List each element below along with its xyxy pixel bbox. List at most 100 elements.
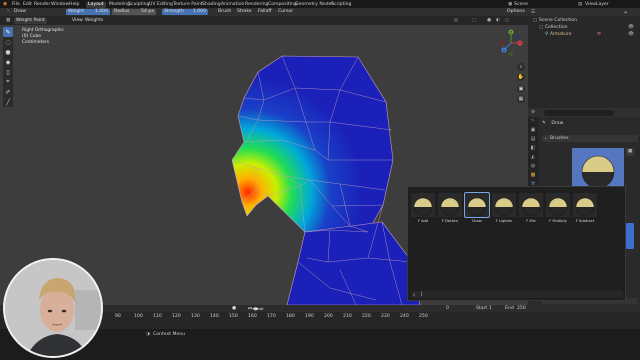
frame-tick: 240 (400, 314, 409, 319)
shading-solid-icon[interactable]: ● (485, 18, 493, 24)
brush-label: F Mix (526, 218, 536, 223)
brush-subtract-icon (573, 193, 597, 217)
top-menu-bar: ◉ File Edit Render Window Help Layout Mo… (0, 0, 640, 8)
mode-selector[interactable]: Weight Paint (14, 17, 47, 24)
strength-field[interactable]: Strength 1.000 (162, 9, 208, 15)
outliner-row-scene-collection[interactable]: ▢ Scene Collection (533, 18, 577, 23)
xray-icon[interactable]: ⬚ (470, 18, 478, 24)
outliner-header: ☰ ⏷ (528, 8, 640, 16)
tool-title-row: ✎ Draw (542, 121, 563, 126)
brush-browse-icon[interactable]: ▦ (626, 148, 634, 156)
frame-tick: 170 (267, 314, 276, 319)
options-menu[interactable]: Options (505, 9, 527, 15)
menu-weights[interactable]: Weights (83, 18, 105, 24)
render-tab-icon[interactable]: ▣ (528, 126, 538, 135)
frame-tick: 100 (134, 314, 143, 319)
radius-field[interactable]: Radius 54 px (112, 9, 156, 15)
brush-add-icon (411, 193, 435, 217)
world-tab-icon[interactable]: ◍ (528, 162, 538, 171)
frame-tick: 200 (324, 314, 333, 319)
brush-menu[interactable]: Brush (216, 9, 233, 15)
radius-value: 54 px (141, 9, 154, 14)
stroke-menu[interactable]: Stroke (235, 9, 254, 15)
tool-tab-icon[interactable]: ✎ (528, 117, 538, 126)
brush-thumbnail[interactable]: F Add (411, 193, 435, 226)
brushes-panel-header[interactable]: ⌄ Brushes (542, 135, 638, 142)
brush-search-field[interactable]: ⌕ | (411, 291, 623, 298)
side-tabs[interactable] (626, 223, 634, 249)
blender-logo-icon[interactable]: ◉ (3, 1, 7, 7)
frame-tick: 140 (210, 314, 219, 319)
weight-value: 1.000 (94, 9, 108, 14)
brush-preview[interactable] (572, 148, 624, 188)
menu-window[interactable]: Window (51, 2, 69, 7)
brush-mix-icon (519, 193, 543, 217)
presenter-avatar (5, 260, 101, 356)
menu-file[interactable]: File (12, 2, 20, 7)
outliner-label: Collection (544, 25, 568, 30)
scene-name[interactable]: Scene (514, 2, 528, 7)
shading-rendered-icon[interactable]: ○ (503, 18, 511, 24)
radius-label: Radius (114, 9, 130, 14)
collection-icon: ▢ (539, 25, 544, 30)
outliner-editor-icon[interactable]: ☰ (531, 10, 535, 15)
outliner-label: Armature (549, 32, 572, 37)
record-icon[interactable]: ● (232, 306, 236, 311)
frame-tick: 180 (286, 314, 295, 319)
menu-edit[interactable]: Edit (23, 2, 32, 7)
frame-tick: 110 (153, 314, 162, 319)
start-label: Start (474, 305, 490, 311)
properties-search[interactable] (544, 109, 614, 116)
webcam-overlay (3, 258, 103, 358)
brush-picker-popup: F Add F Darken Draw F Lighten F Mix F Multipl… (407, 186, 626, 301)
tab-layout[interactable]: Layout (86, 1, 106, 8)
overlays-icon[interactable]: ◎ (452, 18, 460, 24)
text-cursor: | (421, 291, 423, 297)
brush-label: F Lighten (495, 218, 513, 223)
brush-thumbnail[interactable]: F Lighten (492, 193, 516, 226)
falloff-menu[interactable]: Falloff (256, 9, 274, 15)
end-value[interactable]: 250 (517, 306, 526, 311)
draw-tool-icon[interactable]: ✎ (4, 9, 12, 15)
view-layer-name[interactable]: ViewLayer (585, 2, 609, 7)
brush-thumbnail[interactable]: F Multiply (546, 193, 570, 226)
scene-tab-icon[interactable]: ◭ (528, 153, 538, 162)
object-tab-icon[interactable]: ▩ (528, 171, 538, 180)
outliner-row-collection[interactable]: ▢ Collection (539, 25, 568, 30)
collection-icon: ▢ (533, 18, 538, 23)
weight-field[interactable]: Weight 1.000 (66, 9, 110, 15)
frame-tick: 130 (191, 314, 200, 319)
brush-label: F Add (417, 218, 429, 223)
brush-thumbnail[interactable]: F Subtract (573, 193, 597, 226)
outliner-panel: ☰ ⏷ ▢ Scene Collection ▢ Collection ⚲ Ar… (528, 8, 640, 108)
visibility-eye-icon[interactable]: 👁 (628, 32, 634, 37)
brushes-label: Brushes (550, 136, 569, 141)
current-frame[interactable]: 0 (446, 306, 449, 311)
filter-icon[interactable]: ⏷ (624, 10, 628, 16)
view-layer-tab-icon[interactable]: ◧ (528, 144, 538, 153)
strength-label: Strength (164, 9, 184, 14)
properties-editor-icon[interactable]: ⚙ (531, 110, 535, 115)
brush-thumbnail[interactable]: Draw (464, 192, 490, 226)
output-tab-icon[interactable]: ▤ (528, 135, 538, 144)
brush-thumbnail[interactable]: F Mix (519, 193, 543, 226)
frame-tick: 120 (172, 314, 181, 319)
frame-tick: 90 (115, 314, 121, 319)
outliner-row-armature[interactable]: ⚲ Armature ⚒ (545, 32, 601, 37)
visibility-eye-icon[interactable]: 👁 (628, 25, 634, 30)
playback-controls-icon[interactable]: ⏮◀▶⏭ (248, 306, 263, 312)
menu-render[interactable]: Render (34, 2, 50, 7)
tool-name: Draw (14, 9, 26, 14)
modifier-icon[interactable]: ⚒ (597, 32, 601, 37)
shading-material-icon[interactable]: ◐ (494, 18, 502, 24)
editor-type-icon[interactable]: ▦ (4, 18, 12, 24)
brush-draw-icon (464, 192, 490, 218)
start-value[interactable]: 1 (489, 306, 492, 311)
menu-help[interactable]: Help (69, 2, 79, 7)
brush-thumbnail[interactable]: F Darken (438, 193, 462, 226)
end-label: End (505, 305, 514, 311)
tool-header: ✎ Draw Weight 1.000 Radius 54 px Strengt… (0, 8, 528, 16)
cursor-menu[interactable]: Cursor (276, 9, 295, 15)
tab-scripting[interactable]: Scripting (329, 2, 353, 8)
view-header: ▦ Weight Paint View Weights ◎ ⬚ ● ◐ ○ (0, 16, 528, 25)
